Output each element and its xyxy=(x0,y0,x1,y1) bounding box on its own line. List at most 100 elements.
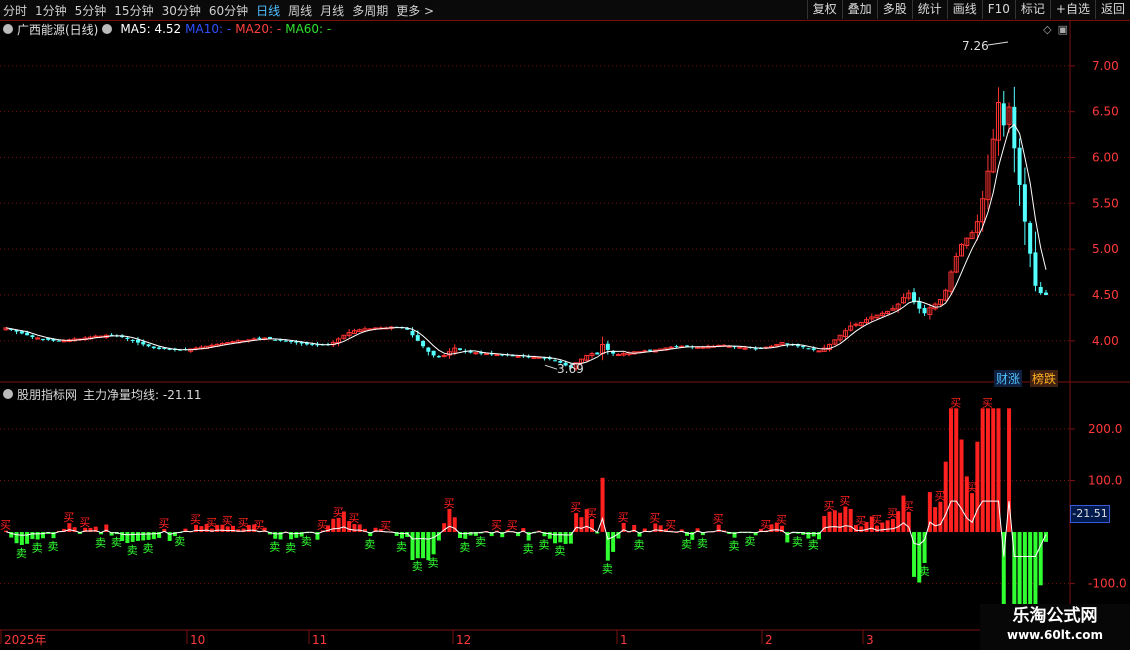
candle-body xyxy=(35,337,41,340)
indicator-bar xyxy=(959,439,964,533)
candle-body xyxy=(458,348,463,350)
candle-body xyxy=(615,354,621,357)
time-label-0: 2025年 xyxy=(4,633,47,647)
sell-signal-label: 卖 xyxy=(523,543,534,556)
toolbar-action-4[interactable]: 画线 xyxy=(946,0,982,19)
period-tab-3[interactable]: 15分钟 xyxy=(114,2,153,19)
candle-body xyxy=(685,345,690,347)
candle-body xyxy=(61,340,67,343)
bangdie-badge[interactable]: 榜跌 xyxy=(1030,370,1059,387)
sell-signal-label: 卖 xyxy=(554,544,565,557)
toolbar-action-0[interactable]: 复权 xyxy=(806,0,842,19)
period-tab-0[interactable]: 分时 xyxy=(3,2,27,19)
candle-body xyxy=(1017,147,1022,185)
caizhang-badge[interactable]: 财涨 xyxy=(994,370,1023,387)
indicator-bar xyxy=(991,408,996,533)
buy-signal-label: 买 xyxy=(222,514,233,527)
period-tab-9[interactable]: 多周期 xyxy=(352,2,388,19)
candle-body xyxy=(1022,184,1027,222)
candle-body xyxy=(816,350,822,353)
candle-body xyxy=(283,340,288,342)
candle-body xyxy=(56,340,61,342)
buy-signal-label: 买 xyxy=(443,497,454,510)
time-label-4: 1 xyxy=(620,633,628,647)
candle-body xyxy=(605,343,610,350)
period-tab-5[interactable]: 60分钟 xyxy=(209,2,248,19)
kline-chart[interactable]: 7.00 6.50 6.00 5.50 5.00 4.50 4.00 200.0 100.0 -1… xyxy=(0,20,1130,650)
period-tab-4[interactable]: 30分钟 xyxy=(162,2,201,19)
candle-body xyxy=(801,345,806,348)
sell-signal-label: 卖 xyxy=(808,538,819,551)
candle-body xyxy=(415,335,420,341)
ind-tick-label-0: 200.0 xyxy=(1088,422,1122,436)
candle-body xyxy=(130,339,135,341)
indicator-bar xyxy=(906,511,911,533)
indicator-bar xyxy=(125,532,130,544)
indicator-bar xyxy=(880,522,885,533)
candle-body xyxy=(93,335,99,338)
indicator-bar xyxy=(141,532,146,541)
action-buttons: 复权 叠加 多股 统计 画线 F10 标记 +自选 返回 xyxy=(806,0,1130,20)
toolbar-action-5[interactable]: F10 xyxy=(981,0,1015,19)
toolbar-action-6[interactable]: 标记 xyxy=(1014,0,1050,19)
candle-body xyxy=(151,346,156,349)
price-tick-label-6: 4.00 xyxy=(1092,334,1119,348)
toolbar-action-3[interactable]: 统计 xyxy=(911,0,947,19)
candle-body xyxy=(494,354,500,357)
period-tab-10[interactable]: 更多 > xyxy=(396,2,434,19)
sell-signal-label: 卖 xyxy=(301,535,312,548)
indicator-bar xyxy=(605,532,610,561)
indicator-bar xyxy=(970,493,975,533)
indicator-bar xyxy=(827,511,832,533)
sell-signal-label: 卖 xyxy=(127,544,138,557)
indicator-bar xyxy=(14,532,19,544)
candle-body xyxy=(410,330,415,336)
period-tab-7[interactable]: 周线 xyxy=(288,2,312,19)
period-tab-6[interactable]: 日线 xyxy=(256,2,280,19)
sell-signal-label: 卖 xyxy=(538,538,549,551)
candle-body xyxy=(753,348,758,350)
indicator-bar xyxy=(447,508,452,533)
candle-body xyxy=(30,335,35,338)
buy-signal-label: 买 xyxy=(776,514,787,527)
price-tick-label-5: 4.50 xyxy=(1092,288,1119,302)
buy-signal-label: 买 xyxy=(63,511,74,524)
price-tick-label-1: 6.50 xyxy=(1092,105,1119,119)
period-tab-1[interactable]: 1分钟 xyxy=(35,2,67,19)
watermark-title: 乐淘公式网 xyxy=(1012,606,1098,626)
sell-signal-label: 卖 xyxy=(744,535,755,548)
candle-body xyxy=(917,301,922,309)
indicator-bar xyxy=(938,501,943,533)
toolbar-action-2[interactable]: 多股 xyxy=(876,0,912,19)
candle-body xyxy=(806,348,811,350)
period-tab-2[interactable]: 5分钟 xyxy=(75,2,107,19)
indicator-bar xyxy=(146,532,151,540)
watermark: 乐淘公式网 www.60lt.com xyxy=(980,604,1130,650)
candle-body xyxy=(473,352,479,355)
indicator-bar xyxy=(848,508,853,533)
toolbar-action-8[interactable]: 返回 xyxy=(1094,0,1130,19)
candle-body xyxy=(648,349,653,351)
indicator-bar xyxy=(341,511,346,533)
toolbar-action-7[interactable]: +自选 xyxy=(1049,0,1095,19)
candle-body xyxy=(737,346,743,349)
sell-signal-label: 卖 xyxy=(459,541,470,554)
toolbar-action-1[interactable]: 叠加 xyxy=(841,0,877,19)
candle-body xyxy=(1001,103,1006,126)
indicator-bar xyxy=(410,532,415,561)
candle-body xyxy=(742,347,748,350)
candle-body xyxy=(146,344,151,347)
sell-signal-label: 卖 xyxy=(697,537,708,550)
sell-signal-label: 卖 xyxy=(729,540,740,553)
period-tab-8[interactable]: 月线 xyxy=(320,2,344,19)
candle-body xyxy=(40,338,45,340)
candle-body xyxy=(668,346,674,349)
time-label-3: 12 xyxy=(456,633,471,647)
sell-signal-label: 卖 xyxy=(792,536,803,549)
candle-body xyxy=(700,346,706,349)
buy-signal-label: 买 xyxy=(982,396,993,409)
buy-signal-label: 买 xyxy=(586,507,597,520)
indicator-bar xyxy=(933,507,938,533)
candle-body xyxy=(289,340,294,342)
candle-body xyxy=(157,347,162,350)
